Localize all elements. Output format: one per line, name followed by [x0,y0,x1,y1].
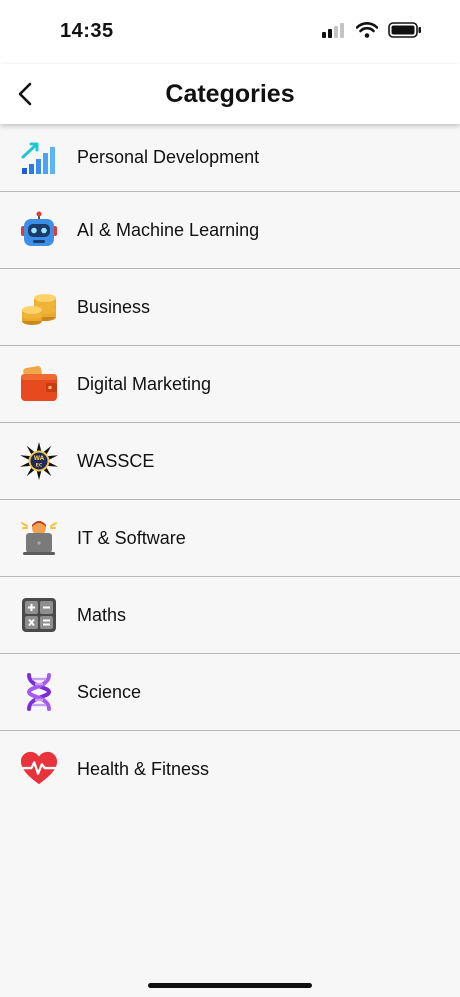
cellular-signal-icon [322,23,344,38]
category-list: Personal Development AI & Machine Learni… [0,124,460,807]
category-row-maths[interactable]: Maths [0,577,460,654]
waec-badge-icon: WA EC [20,442,58,480]
category-row-science[interactable]: Science [0,654,460,731]
wallet-icon [20,365,58,403]
status-icons [322,22,422,38]
category-label: WASSCE [77,450,155,471]
category-row-business[interactable]: Business [0,269,460,346]
robot-icon [20,211,58,249]
page-title: Categories [165,80,295,108]
category-row-wassce[interactable]: WA EC WASSCE [0,423,460,500]
category-label: AI & Machine Learning [77,219,260,240]
category-label: IT & Software [77,527,186,548]
svg-text:EC: EC [36,463,43,469]
dna-icon [20,673,58,711]
category-label: Maths [77,604,127,625]
svg-text:WA: WA [34,456,45,462]
coins-icon [20,288,58,326]
growth-chart-icon [20,139,58,177]
nav-bar: Categories [0,64,460,124]
calculator-icon [20,596,58,634]
status-bar: 14:35 [0,0,460,64]
battery-icon [388,22,421,38]
category-label: Business [77,296,151,317]
category-row-it-software[interactable]: IT & Software [0,500,460,577]
category-row-health-fitness[interactable]: Health & Fitness [0,731,460,807]
category-label: Personal Development [77,147,260,167]
status-time: 14:35 [60,20,114,42]
laptop-person-icon [20,519,58,557]
category-row-ai-machine-learning[interactable]: AI & Machine Learning [0,192,460,269]
category-row-personal-development[interactable]: Personal Development [0,124,460,192]
home-indicator[interactable] [148,983,312,988]
heartbeat-icon [20,750,58,788]
category-row-digital-marketing[interactable]: Digital Marketing [0,346,460,423]
category-label: Health & Fitness [77,758,210,779]
category-label: Digital Marketing [77,373,212,394]
category-label: Science [77,681,142,702]
wifi-icon [356,22,378,38]
